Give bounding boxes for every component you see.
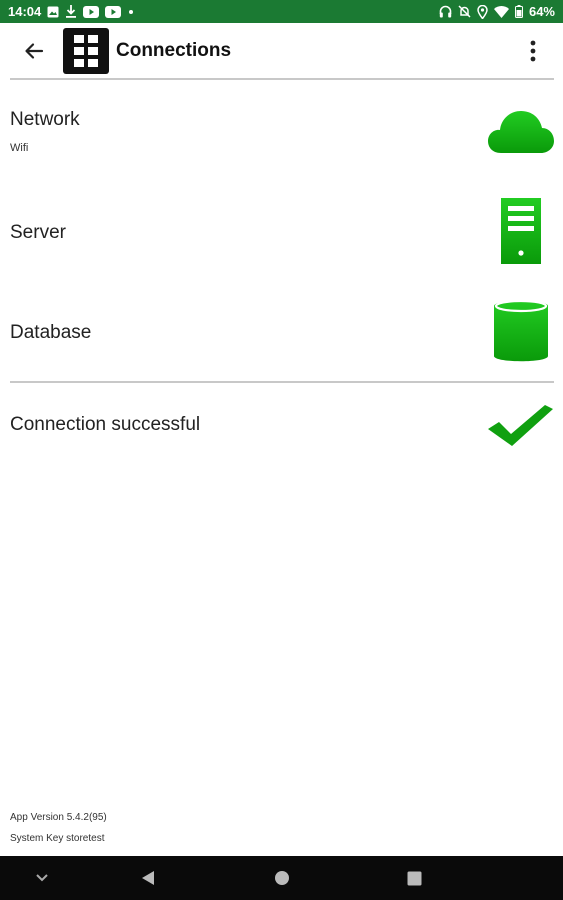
back-triangle-icon bbox=[142, 871, 154, 885]
database-icon bbox=[494, 299, 548, 362]
top-divider bbox=[10, 78, 554, 80]
connection-row-database: Database bbox=[0, 296, 563, 364]
connection-row-server: Server bbox=[0, 195, 563, 267]
nav-hide-keyboard-button[interactable] bbox=[30, 866, 54, 890]
status-time: 14:04 bbox=[8, 4, 42, 19]
navigation-bar bbox=[0, 856, 563, 900]
system-key-text: System Key storetest bbox=[10, 833, 105, 844]
connection-sublabel: Wifi bbox=[10, 142, 29, 154]
connection-label: Server bbox=[10, 222, 66, 243]
status-bar: 14:04 64% bbox=[0, 0, 563, 23]
page-title: Connections bbox=[116, 40, 232, 61]
check-icon bbox=[488, 405, 553, 446]
dot-icon bbox=[127, 5, 135, 19]
overflow-menu-button[interactable] bbox=[517, 35, 549, 67]
cloud-icon bbox=[488, 111, 554, 153]
app-logo bbox=[63, 28, 109, 74]
download-icon bbox=[65, 5, 77, 19]
connection-row-network: Network Wifi bbox=[0, 100, 563, 170]
connection-label: Database bbox=[10, 322, 92, 343]
nav-recents-button[interactable] bbox=[402, 866, 426, 890]
app-bar: Connections bbox=[0, 23, 563, 79]
bell-off-icon bbox=[458, 5, 471, 19]
grid-logo-icon bbox=[74, 35, 98, 67]
wifi-icon bbox=[493, 5, 509, 19]
connection-label: Network bbox=[10, 109, 80, 130]
back-button[interactable] bbox=[18, 35, 50, 67]
headphones-icon bbox=[439, 5, 452, 19]
home-circle-icon bbox=[275, 871, 289, 885]
chevron-down-icon bbox=[36, 874, 48, 882]
youtube-icon bbox=[105, 5, 122, 19]
battery-icon bbox=[514, 5, 523, 19]
nav-back-button[interactable] bbox=[136, 866, 160, 890]
location-icon bbox=[477, 4, 488, 19]
battery-percent: 64% bbox=[528, 4, 555, 19]
app-version-text: App Version 5.4.2(95) bbox=[10, 812, 107, 823]
recents-square-icon bbox=[407, 871, 421, 885]
image-icon bbox=[47, 5, 59, 19]
result-divider bbox=[10, 381, 554, 383]
arrow-left-icon bbox=[25, 43, 44, 59]
server-icon bbox=[501, 198, 541, 264]
connection-result: Connection successful bbox=[0, 398, 563, 450]
youtube-icon bbox=[83, 5, 100, 19]
more-vert-icon bbox=[530, 40, 536, 62]
nav-home-button[interactable] bbox=[270, 866, 294, 890]
result-label: Connection successful bbox=[10, 414, 201, 435]
